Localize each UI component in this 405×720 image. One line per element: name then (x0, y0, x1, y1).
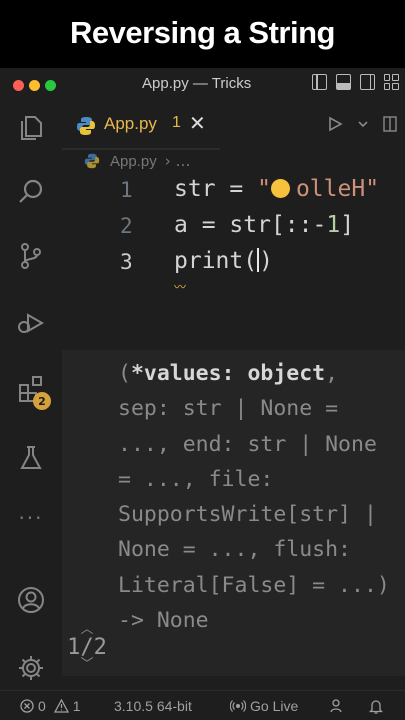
maximize-window-button[interactable] (45, 80, 56, 91)
go-live-button[interactable]: Go Live (230, 698, 298, 714)
code-line-3: 3 print() 〰 (62, 248, 405, 294)
tab-label: App.py (104, 114, 157, 133)
close-window-button[interactable] (13, 80, 24, 91)
more-views-icon[interactable]: ··· (0, 496, 62, 540)
smiling-face-emoji-icon (270, 179, 290, 198)
notifications-bell-icon[interactable] (368, 698, 384, 714)
accounts-icon[interactable] (0, 578, 62, 622)
title-bar: App.py — Tricks (0, 68, 405, 100)
search-icon[interactable] (0, 170, 62, 214)
warning-count: 1 (72, 698, 81, 714)
next-overload-icon[interactable]: ﹀ (64, 658, 110, 671)
line-code: str = " olleH" (174, 176, 380, 202)
python-file-icon (84, 153, 100, 169)
go-live-label: Go Live (250, 698, 299, 714)
activity-bar: 2 ··· (0, 100, 62, 690)
tab-app-py[interactable]: App.py 1 ✕ (62, 100, 220, 150)
banner-title: Reversing a String (70, 15, 335, 50)
problems-status[interactable]: 0 1 (20, 698, 81, 714)
signature-text: (*values: object, sep: str | None = ...,… (118, 361, 390, 634)
code-line-2: 2 a = str[::-1] (62, 212, 405, 246)
error-count: 0 (38, 698, 46, 714)
extensions-icon[interactable]: 2 (0, 366, 62, 410)
line-number: 3 (120, 250, 133, 274)
feedback-icon[interactable] (330, 698, 346, 714)
warning-icon (53, 699, 69, 713)
chevron-down-icon[interactable] (357, 118, 369, 130)
error-icon (20, 699, 34, 713)
python-interpreter-status[interactable]: 3.10.5 64-bit (114, 698, 192, 714)
python-file-icon (77, 117, 95, 135)
vscode-window: App.py — Tricks 2 ··· App.py 1 ✕ App.py … (0, 68, 405, 720)
active-parameter: *values: object (130, 361, 326, 386)
layout-controls (312, 74, 399, 90)
toggle-primary-sidebar-icon[interactable] (312, 74, 327, 90)
line-code: print() (174, 248, 273, 274)
breadcrumb-separator: › … (164, 152, 191, 170)
minimize-window-button[interactable] (29, 80, 40, 91)
broadcast-icon (230, 700, 246, 712)
explorer-icon[interactable] (0, 106, 62, 150)
line-code: a = str[::-1] (174, 212, 355, 238)
window-title: App.py — Tricks (142, 75, 252, 92)
editor-actions (327, 116, 397, 132)
warning-squiggle: 〰 (174, 280, 187, 294)
overload-navigator: ︿ 1/2 ﹀ (64, 623, 110, 671)
breadcrumb-file[interactable]: App.py (110, 153, 157, 170)
run-play-icon[interactable] (327, 116, 343, 132)
breadcrumb: App.py › … (84, 150, 190, 172)
code-line-1: 1 str = " olleH" (62, 176, 405, 210)
video-banner: Reversing a String (0, 0, 405, 74)
tab-problem-count: 1 (172, 114, 181, 131)
signature-help-popup: (*values: object, sep: str | None = ...,… (62, 350, 405, 676)
run-debug-icon[interactable] (0, 300, 62, 344)
customize-layout-icon[interactable] (384, 74, 399, 90)
status-bar: 0 1 3.10.5 64-bit Go Live (0, 690, 405, 720)
tab-close-icon[interactable]: ✕ (189, 111, 206, 135)
toggle-panel-icon[interactable] (336, 74, 351, 90)
line-number: 2 (120, 214, 133, 238)
toggle-secondary-sidebar-icon[interactable] (360, 74, 375, 90)
editor-tabs: App.py 1 ✕ (62, 100, 405, 150)
settings-gear-icon[interactable] (0, 646, 62, 690)
previous-overload-icon[interactable]: ︿ (64, 623, 110, 636)
extensions-badge: 2 (33, 392, 51, 410)
source-control-icon[interactable] (0, 234, 62, 278)
line-number: 1 (120, 178, 133, 202)
testing-icon[interactable] (0, 436, 62, 480)
split-editor-icon[interactable] (383, 116, 397, 132)
